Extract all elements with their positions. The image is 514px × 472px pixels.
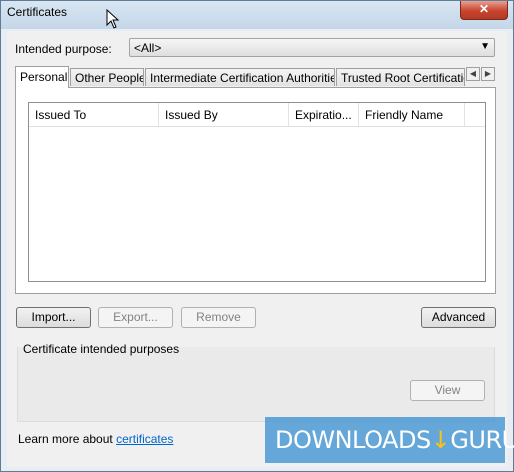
- intended-purpose-label: Intended purpose:: [15, 42, 112, 56]
- certificate-list[interactable]: Issued To Issued By Expiratio... Friendl…: [28, 102, 486, 282]
- advanced-button[interactable]: Advanced: [421, 307, 496, 328]
- tab-panel-personal: Issued To Issued By Expiratio... Friendl…: [15, 87, 496, 294]
- view-button[interactable]: View: [410, 380, 485, 401]
- chevron-down-icon: ▼: [480, 41, 490, 52]
- learn-more-text: Learn more about certificates: [18, 432, 173, 446]
- column-expiration[interactable]: Expiratio...: [289, 103, 359, 126]
- tab-other-people[interactable]: Other People: [70, 68, 144, 86]
- intended-purpose-select[interactable]: <All> ▼: [129, 38, 495, 57]
- watermark-logo-icon: ↓: [430, 426, 451, 454]
- watermark-banner: DOWNLOADS↓GURU: [265, 417, 514, 463]
- tab-strip: Personal Other People Intermediate Certi…: [15, 66, 495, 88]
- intended-purposes-label: Certificate intended purposes: [23, 342, 180, 356]
- certificates-link[interactable]: certificates: [116, 432, 173, 446]
- watermark-text: DOWNLOADS↓GURU: [275, 426, 514, 454]
- tab-trusted-root-ca[interactable]: Trusted Root Certification Authorities: [336, 68, 465, 86]
- close-button[interactable]: ✕: [460, 1, 508, 20]
- list-header: Issued To Issued By Expiratio... Friendl…: [29, 103, 485, 127]
- column-issued-by[interactable]: Issued By: [159, 103, 289, 126]
- tab-intermediate-ca[interactable]: Intermediate Certification Authorities: [145, 68, 335, 86]
- watermark-suffix: GURU: [450, 426, 514, 454]
- import-button[interactable]: Import...: [16, 307, 91, 328]
- intended-purpose-value: <All>: [134, 41, 162, 55]
- title-bar[interactable]: Certificates ✕: [1, 1, 513, 29]
- intended-purposes-group: View: [17, 347, 495, 422]
- column-issued-to[interactable]: Issued To: [29, 103, 159, 126]
- column-friendly-name[interactable]: Friendly Name: [359, 103, 465, 126]
- tab-personal[interactable]: Personal: [15, 66, 69, 88]
- remove-button[interactable]: Remove: [181, 307, 256, 328]
- learn-more-prefix: Learn more about: [18, 432, 117, 446]
- tab-scroll-left-icon[interactable]: ◀: [466, 67, 480, 81]
- watermark-word: DOWNLOADS: [275, 426, 431, 454]
- tab-scroll-right-icon[interactable]: ▶: [481, 67, 495, 81]
- export-button[interactable]: Export...: [98, 307, 173, 328]
- dialog-body: Intended purpose: <All> ▼ Personal Other…: [7, 31, 507, 467]
- mouse-cursor-icon: [106, 9, 120, 29]
- window-title: Certificates: [7, 5, 68, 19]
- certificates-window: Certificates ✕ Intended purpose: <All> ▼…: [0, 0, 514, 472]
